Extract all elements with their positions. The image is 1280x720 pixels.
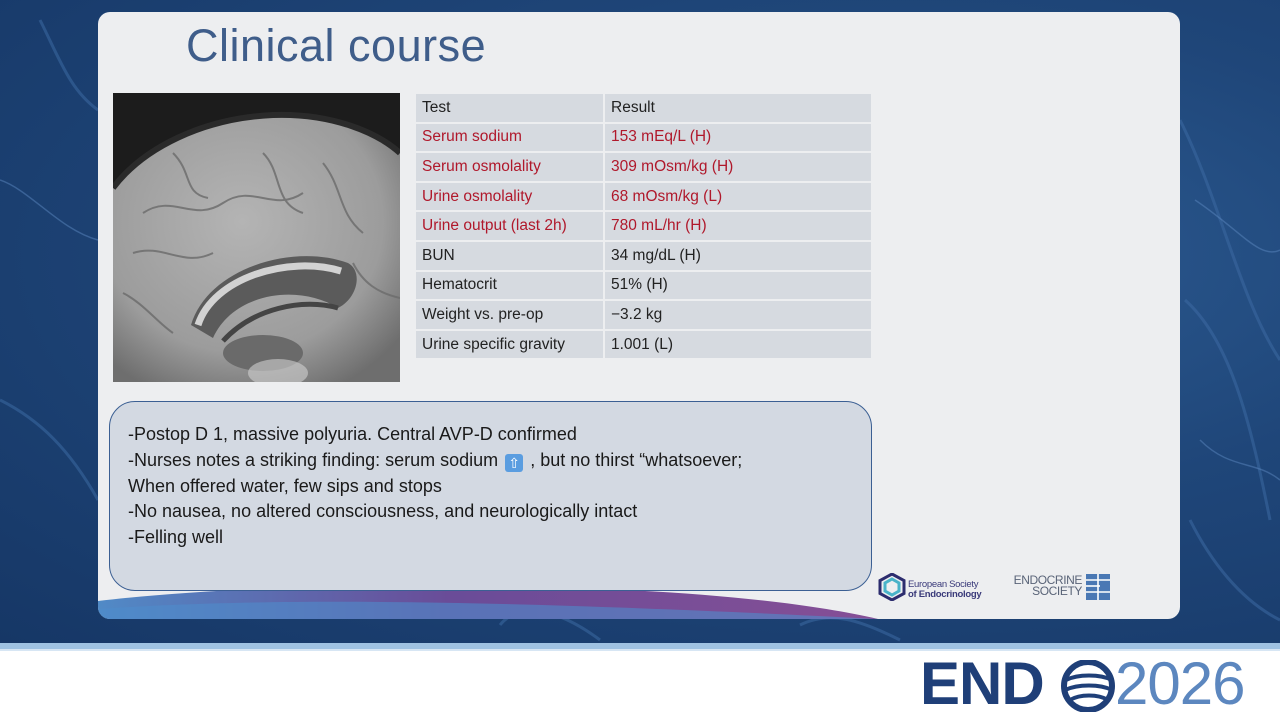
ese-hexagon-icon — [878, 573, 906, 601]
test-result: 309 mOsm/kg (H) — [604, 152, 873, 183]
endo-brand-year: 2026 — [1115, 650, 1245, 717]
footer-stripe-light — [0, 649, 1280, 651]
test-name: BUN — [416, 240, 605, 272]
note-line: -No nausea, no altered consciousness, an… — [128, 501, 638, 522]
table-header-row: Test Result — [416, 94, 873, 124]
note-line: When offered water, few sips and stops — [128, 475, 442, 496]
up-arrow-icon: ⇧ — [505, 453, 524, 472]
note-text: , but no thirst “whatsoever; — [530, 449, 743, 470]
header-test: Test — [416, 94, 605, 124]
clinical-notes-box: -Postop D 1, massive polyuria. Central A… — [109, 401, 872, 591]
table-row: Urine output (last 2h) 780 mL/hr (H) — [416, 211, 873, 242]
lab-results-table: Test Result Serum sodium 153 mEq/L (H) S… — [416, 94, 873, 361]
ese-logo-text: European Society of Endocrinology — [908, 580, 982, 600]
note-line: -Nurses notes a striking finding: serum … — [128, 448, 871, 474]
test-result: 68 mOsm/kg (L) — [604, 181, 873, 213]
test-name: Hematocrit — [416, 270, 605, 302]
test-result: 1.001 (L) — [604, 329, 873, 361]
globe-o-icon — [1061, 660, 1115, 712]
table-row: Serum osmolality 309 mOsm/kg (H) — [416, 152, 873, 183]
test-name: Urine output (last 2h) — [416, 211, 605, 242]
test-result: 34 mg/dL (H) — [604, 240, 873, 272]
note-line: -Postop D 1, massive polyuria. Central A… — [128, 424, 577, 444]
header-result: Result — [604, 94, 873, 124]
slide-card: Clinical course Test Result Serum sodium… — [98, 12, 1180, 619]
note-text: -Nurses notes a striking finding: serum … — [128, 449, 499, 470]
es-logo-line: SOCIETY — [1032, 584, 1082, 598]
endocrine-society-mark-icon — [1086, 574, 1110, 600]
table-row: Weight vs. pre-op −3.2 kg — [416, 300, 873, 331]
test-result: 51% (H) — [604, 270, 873, 302]
test-name: Weight vs. pre-op — [416, 300, 605, 331]
test-name: Urine specific gravity — [416, 329, 605, 361]
table-row: BUN 34 mg/dL (H) — [416, 240, 873, 272]
test-result: 153 mEq/L (H) — [604, 122, 873, 154]
test-result: 780 mL/hr (H) — [604, 211, 873, 242]
test-name: Serum osmolality — [416, 152, 605, 183]
es-logo-text: ENDOCRINE SOCIETY — [1006, 574, 1083, 598]
test-result: −3.2 kg — [604, 300, 873, 331]
table-row: Urine specific gravity 1.001 (L) — [416, 329, 873, 361]
slide-title: Clinical course — [186, 20, 487, 71]
table-row: Hematocrit 51% (H) — [416, 270, 873, 302]
endo-2026-brand: END 2026 — [920, 650, 1270, 717]
mri-brain-image — [113, 93, 400, 382]
ese-logo-line: of Endocrinology — [908, 588, 982, 600]
test-name: Serum sodium — [416, 122, 605, 154]
table-row: Urine osmolality 68 mOsm/kg (L) — [416, 181, 873, 213]
european-society-of-endocrinology-logo: European Society of Endocrinology — [878, 573, 988, 603]
endocrine-society-logo: ENDOCRINE SOCIETY — [1006, 572, 1116, 604]
test-name: Urine osmolality — [416, 181, 605, 213]
endo-brand-word: END — [920, 650, 1045, 717]
note-line: -Felling well — [128, 527, 224, 548]
table-row: Serum sodium 153 mEq/L (H) — [416, 122, 873, 154]
